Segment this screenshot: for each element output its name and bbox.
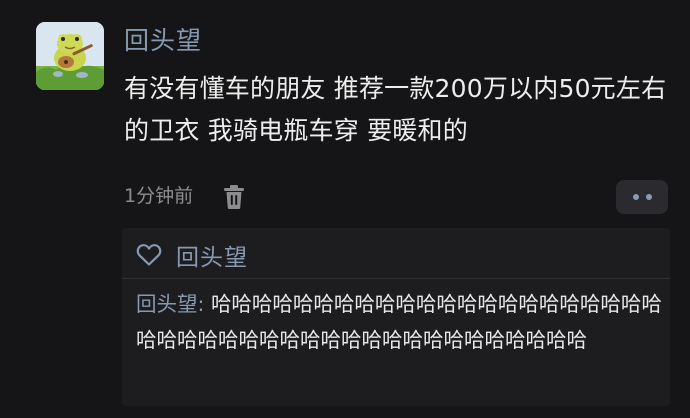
comment-item[interactable]: 回头望: 哈哈哈哈哈哈哈哈哈哈哈哈哈哈哈哈哈哈哈哈哈哈哈哈哈哈哈哈哈哈哈哈哈哈哈… [136,286,664,358]
post-author-name[interactable]: 回头望 [124,24,202,58]
comment-text: 哈哈哈哈哈哈哈哈哈哈哈哈哈哈哈哈哈哈哈哈哈哈哈哈哈哈哈哈哈哈哈哈哈哈哈哈哈哈哈哈… [136,292,662,352]
post-timestamp: 1分钟前 [124,185,194,207]
more-dots-icon [645,194,652,200]
liker-name[interactable]: 回头望 [176,238,248,272]
likes-comments-panel: 回头望 回头望: 哈哈哈哈哈哈哈哈哈哈哈哈哈哈哈哈哈哈哈哈哈哈哈哈哈哈哈哈哈哈哈… [122,228,670,406]
comment-separator: : [197,292,211,316]
likes-row: 回头望 [136,238,248,272]
avatar[interactable] [36,22,104,90]
more-dots-icon [632,194,639,200]
frog-avatar-image [36,22,104,90]
heart-outline-icon [136,244,162,266]
more-actions-button[interactable] [616,180,668,214]
delete-button[interactable] [222,184,246,210]
divider [122,278,670,279]
comment-author[interactable]: 回头望 [136,292,198,316]
trash-icon [224,185,244,209]
post-text: 有没有懂车的朋友 推荐一款200万以内50元左右的卫衣 我骑电瓶车穿 要暖和的 [124,74,667,145]
